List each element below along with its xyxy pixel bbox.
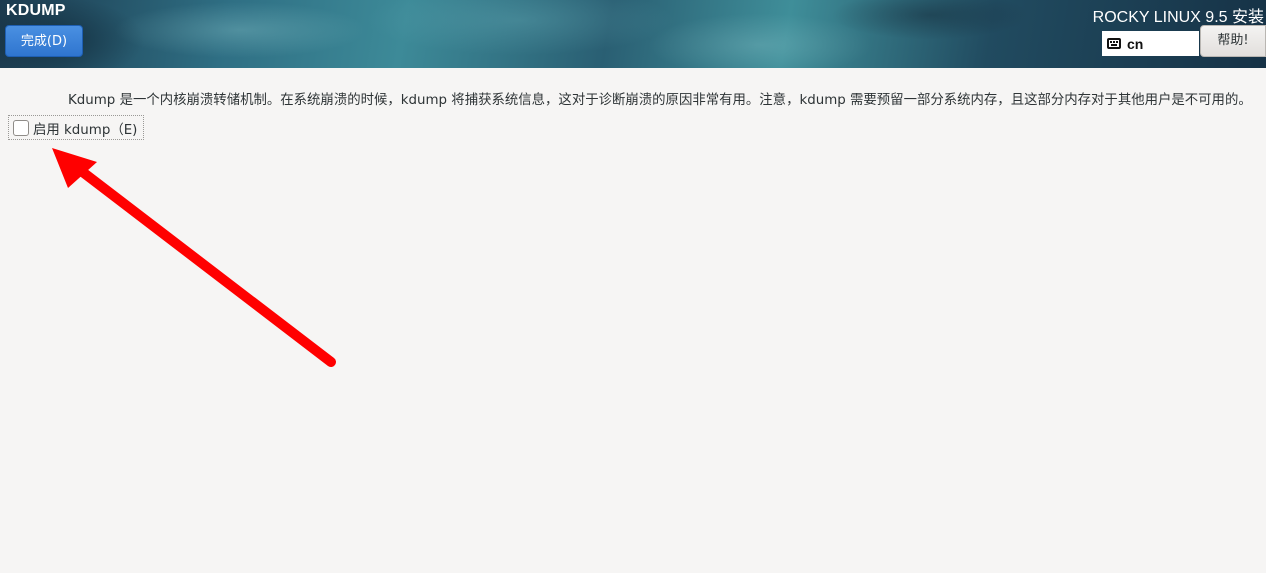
keyboard-layout-indicator[interactable]: cn [1102, 31, 1199, 56]
product-title: ROCKY LINUX 9.5 安装 [1092, 9, 1264, 26]
done-button[interactable]: 完成(D) [5, 25, 83, 57]
enable-kdump-label: 启用 kdump（E) [33, 122, 138, 138]
arrow-shaft [75, 165, 336, 367]
arrow-head [52, 148, 97, 188]
spoke-title: KDUMP [6, 2, 66, 19]
header-background [0, 0, 1266, 68]
annotation-arrow [52, 148, 336, 367]
keyboard-icon [1107, 38, 1121, 49]
enable-kdump-checkbox[interactable]: 启用 kdump（E) [8, 115, 144, 140]
checkbox-box[interactable] [13, 119, 29, 136]
help-button[interactable]: 帮助! [1200, 25, 1266, 57]
keyboard-layout-label: cn [1127, 35, 1144, 52]
kdump-description: Kdump 是一个内核崩溃转储机制。在系统崩溃的时候，kdump 将捕获系统信息… [68, 93, 1252, 108]
header-bar: KDUMP 完成(D) ROCKY LINUX 9.5 安装 cn 帮助! [0, 0, 1266, 68]
